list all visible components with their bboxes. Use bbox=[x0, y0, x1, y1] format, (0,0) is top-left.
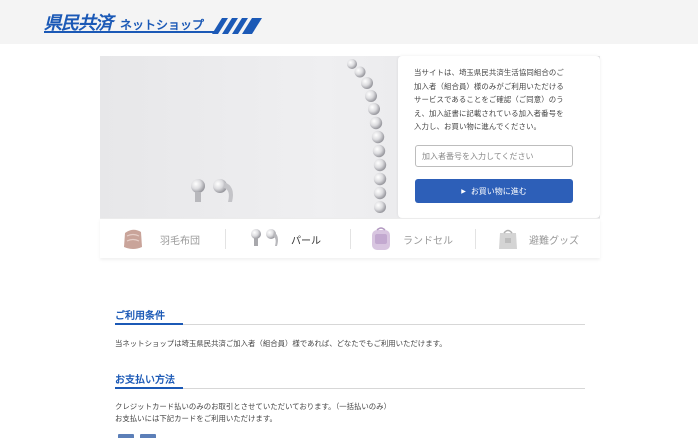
intro-line: 当サイトは、埼玉県民共済生活協同組合のご bbox=[414, 68, 564, 77]
site-header: 県民共済 ネットショップ bbox=[0, 0, 698, 44]
intro-line: 加入者（組合員）様のみがご利用いただける bbox=[414, 81, 564, 91]
logo-underline bbox=[44, 31, 214, 33]
terms-heading: ご利用条件 bbox=[115, 311, 165, 322]
payment-line: お支払いには下記カードをご利用いただけます。 bbox=[115, 414, 277, 423]
pearl-earrings-image bbox=[191, 179, 233, 202]
payment-divider bbox=[115, 388, 585, 389]
category-pearl[interactable]: パール bbox=[225, 219, 350, 259]
category-label: パール bbox=[291, 235, 321, 247]
proceed-to-shop-button[interactable]: ▶ お買い物に進む bbox=[415, 179, 573, 203]
category-emergency-goods[interactable]: 避難グッズ bbox=[475, 219, 600, 259]
terms-divider-accent bbox=[115, 323, 183, 325]
terms-text: 当ネットショップは埼玉県民共済ご加入者（組合員）様であれば、どなたでもご利用いた… bbox=[115, 339, 447, 348]
emergency-bag-icon bbox=[499, 229, 517, 249]
pearl-necklace-image bbox=[347, 59, 387, 213]
pearl-earring-icon bbox=[251, 229, 278, 246]
proceed-button-label: お買い物に進む bbox=[470, 186, 527, 196]
category-label: 羽毛布団 bbox=[160, 235, 200, 247]
logo-stripes-decoration bbox=[212, 18, 262, 34]
play-arrow-icon: ▶ bbox=[461, 187, 466, 195]
category-label: 避難グッズ bbox=[529, 235, 579, 247]
payment-divider-accent bbox=[115, 387, 183, 389]
category-label: ランドセル bbox=[403, 235, 453, 247]
randoseru-icon bbox=[372, 227, 390, 250]
credit-card-logo bbox=[140, 434, 156, 438]
intro-text: 当サイトは、埼玉県民共済生活協同組合のご 加入者（組合員）様のみがご利用いただけ… bbox=[414, 66, 586, 134]
payment-heading: お支払い方法 bbox=[115, 375, 175, 386]
category-randoseru[interactable]: ランドセル bbox=[350, 219, 475, 259]
category-bar: 羽毛布団 パール ランドセル 避難グッズ bbox=[100, 218, 600, 258]
intro-line: サービスであることをご確認（ご同意）のう bbox=[414, 95, 564, 104]
member-number-input[interactable] bbox=[415, 145, 573, 167]
credit-card-logo bbox=[118, 434, 134, 438]
intro-line: え、加入証書に記載されている加入者番号を bbox=[414, 108, 564, 118]
intro-line: 入力し、お買い物に進んでください。 bbox=[414, 122, 541, 131]
category-futon[interactable]: 羽毛布団 bbox=[100, 219, 225, 259]
terms-divider bbox=[115, 324, 585, 325]
payment-text: クレジットカード払いのみのお取引とさせていただいております。（一括払いのみ） お… bbox=[115, 401, 391, 425]
futon-icon bbox=[124, 229, 142, 249]
payment-line: クレジットカード払いのみのお取引とさせていただいております。（一括払いのみ） bbox=[115, 402, 391, 411]
